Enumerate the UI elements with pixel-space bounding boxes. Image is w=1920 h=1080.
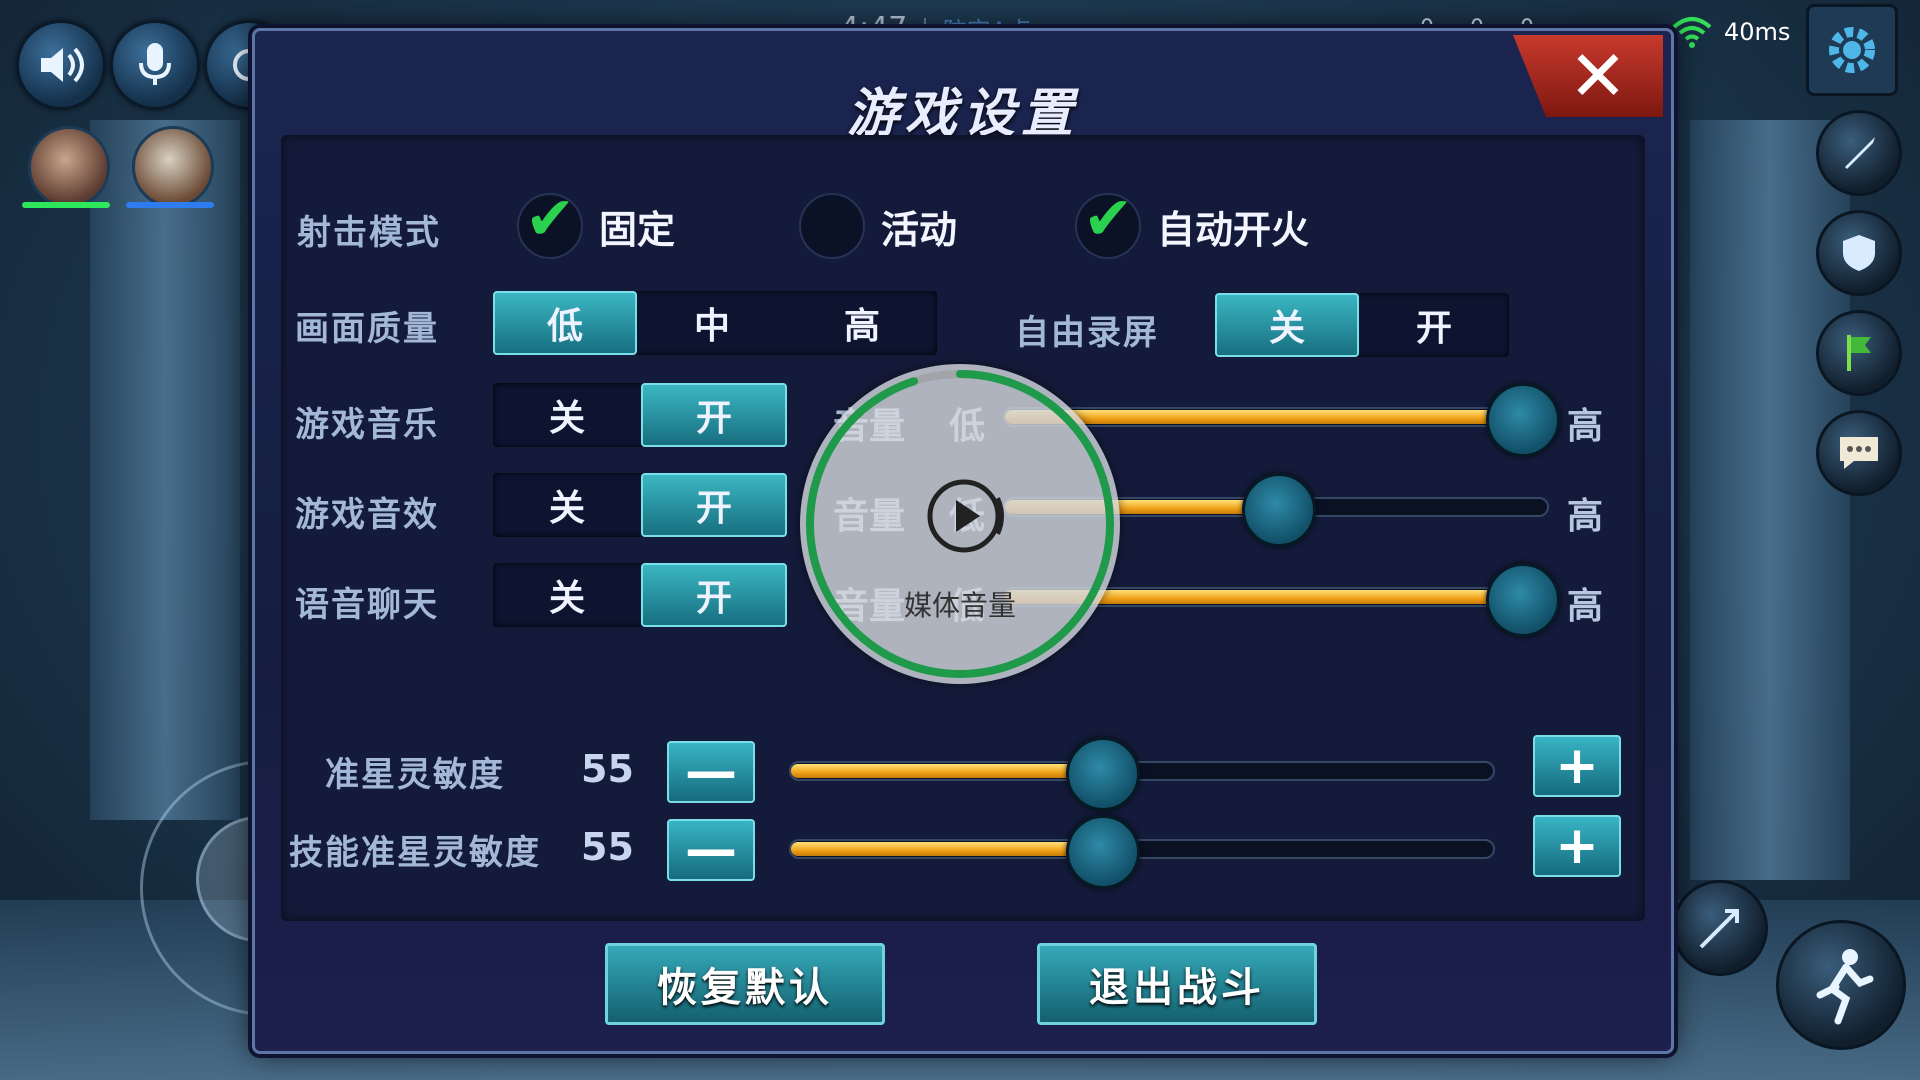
quality-selector: 低 中 高 <box>493 291 937 355</box>
game-music-toggle: 关 开 <box>493 383 787 447</box>
sword-icon <box>1845 137 1875 169</box>
check-icon: ✔ <box>525 184 576 254</box>
run-icon <box>1816 949 1874 1025</box>
wifi-icon <box>1672 17 1712 48</box>
game-sfx-label: 游戏音效 <box>295 495 439 535</box>
aim-sensitivity-minus-button[interactable]: — <box>667 741 755 803</box>
free-record-label: 自由录屏 <box>1015 313 1159 353</box>
skill-aim-sensitivity-slider[interactable] <box>789 815 1495 889</box>
game-sfx-toggle: 关 开 <box>493 473 787 537</box>
slider-knob[interactable] <box>1065 737 1140 811</box>
teammate-avatar-2[interactable] <box>132 126 214 208</box>
voice-chat-label: 语音聊天 <box>295 585 439 625</box>
quality-medium-option[interactable]: 中 <box>637 291 787 355</box>
game-music-label: 游戏音乐 <box>295 405 439 445</box>
quality-low-option[interactable]: 低 <box>493 291 637 355</box>
aim-sensitivity-label: 准星灵敏度 <box>325 755 505 795</box>
game-sfx-off-option[interactable]: 关 <box>493 473 641 537</box>
slider-fill <box>791 764 1100 778</box>
free-record-selector: 关 开 <box>1215 293 1509 357</box>
flag-button[interactable] <box>1816 310 1902 396</box>
settings-button[interactable] <box>1806 4 1898 96</box>
game-sfx-on-option[interactable]: 开 <box>641 473 787 537</box>
voice-chat-high-label: 高 <box>1567 586 1604 627</box>
network-status: 40ms <box>1672 0 1790 64</box>
microphone-button[interactable] <box>110 20 200 110</box>
check-icon: ✔ <box>1083 184 1134 254</box>
fixed-label: 固定 <box>599 207 676 252</box>
quality-label: 画面质量 <box>295 309 439 349</box>
media-volume-label: 媒体音量 <box>903 589 1016 622</box>
chat-button[interactable] <box>1816 410 1902 496</box>
game-music-off-option[interactable]: 关 <box>493 383 641 447</box>
chat-icon <box>1840 437 1878 469</box>
game-sfx-high-label: 高 <box>1567 496 1604 537</box>
shooting-mode-active[interactable]: 活动 <box>799 193 957 259</box>
background-pillar-left <box>90 120 240 820</box>
aim-sensitivity-plus-button[interactable]: + <box>1533 735 1621 797</box>
voice-chat-off-option[interactable]: 关 <box>493 563 641 627</box>
active-label: 活动 <box>881 207 958 252</box>
armor-button[interactable] <box>1816 210 1902 296</box>
voice-chat-toggle: 关 开 <box>493 563 787 627</box>
game-music-high-label: 高 <box>1567 406 1604 447</box>
skill-aim-sensitivity-minus-button[interactable]: — <box>667 819 755 881</box>
media-volume-overlay: 媒体音量 <box>800 364 1120 684</box>
free-record-on-option[interactable]: 开 <box>1359 293 1509 357</box>
teammate-health-bar-1 <box>22 202 110 208</box>
speaker-icon <box>41 47 84 83</box>
teammate-health-bar-2 <box>126 202 214 208</box>
slider-knob[interactable] <box>1485 563 1560 637</box>
sprint-button[interactable] <box>1776 920 1906 1050</box>
quality-high-option[interactable]: 高 <box>787 291 937 355</box>
flag-icon <box>1847 335 1871 371</box>
speaker-button[interactable] <box>16 20 106 110</box>
slider-fill <box>791 842 1100 856</box>
weapon-button[interactable] <box>1816 110 1902 196</box>
voice-chat-on-option[interactable]: 开 <box>641 563 787 627</box>
skill-aim-sensitivity-label: 技能准星灵敏度 <box>289 833 541 873</box>
slider-knob[interactable] <box>1242 473 1316 547</box>
teammate-avatar-1[interactable] <box>28 126 110 208</box>
aim-sensitivity-slider[interactable] <box>789 737 1495 811</box>
shield-icon <box>1843 235 1875 271</box>
exit-battle-button[interactable]: 退出战斗 <box>1037 943 1317 1025</box>
game-music-on-option[interactable]: 开 <box>641 383 787 447</box>
skill-aim-sensitivity-plus-button[interactable]: + <box>1533 815 1621 877</box>
restore-defaults-button[interactable]: 恢复默认 <box>605 943 885 1025</box>
microphone-icon <box>139 43 171 85</box>
skill-button[interactable] <box>1672 880 1768 976</box>
shooting-mode-fixed[interactable]: ✔ 固定 <box>517 189 676 259</box>
skill-aim-sensitivity-value: 55 <box>581 825 634 869</box>
aim-sensitivity-value: 55 <box>581 747 634 791</box>
slider-knob[interactable] <box>1485 383 1560 457</box>
shooting-mode-auto-fire[interactable]: ✔ 自动开火 <box>1075 189 1310 259</box>
gear-icon <box>1829 27 1875 73</box>
ping-value: 40ms <box>1724 18 1791 46</box>
free-record-off-option[interactable]: 关 <box>1215 293 1359 357</box>
fixed-checkbox[interactable]: ✔ <box>517 189 583 259</box>
auto-fire-checkbox[interactable]: ✔ <box>1075 189 1141 259</box>
arrow-skill-icon <box>1699 909 1739 949</box>
shooting-mode-label: 射击模式 <box>297 213 441 253</box>
auto-fire-label: 自动开火 <box>1157 207 1310 252</box>
slider-knob[interactable] <box>1065 815 1140 889</box>
play-icon[interactable] <box>922 474 1006 558</box>
active-checkbox[interactable] <box>799 193 865 259</box>
